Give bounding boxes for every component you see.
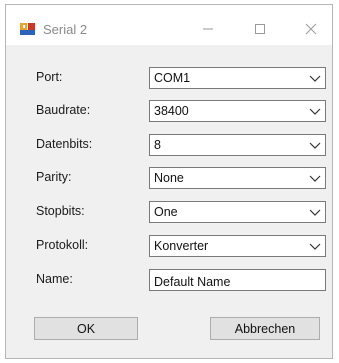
name-input[interactable] bbox=[149, 269, 326, 291]
window-title: Serial 2 bbox=[43, 22, 88, 37]
dialog-content: Port: COM1 Baudrate: 38400 Datenbits: 8 … bbox=[6, 45, 332, 358]
chevron-down-icon bbox=[309, 175, 321, 182]
parity-value: None bbox=[154, 171, 184, 185]
port-label: Port: bbox=[36, 70, 63, 84]
serial-app-icon bbox=[20, 22, 36, 36]
protokoll-value: Konverter bbox=[154, 239, 209, 253]
stopbits-label: Stopbits: bbox=[36, 204, 85, 218]
protokoll-combobox[interactable]: Konverter bbox=[149, 235, 326, 257]
chevron-down-icon bbox=[309, 108, 321, 115]
title-bar[interactable]: Serial 2 bbox=[6, 5, 332, 45]
baudrate-combobox[interactable]: 38400 bbox=[149, 100, 326, 122]
datenbits-combobox[interactable]: 8 bbox=[149, 134, 326, 156]
chevron-down-icon bbox=[309, 142, 321, 149]
baudrate-label: Baudrate: bbox=[36, 103, 91, 117]
port-combobox[interactable]: COM1 bbox=[149, 67, 326, 89]
datenbits-value: 8 bbox=[154, 138, 161, 152]
protokoll-label: Protokoll: bbox=[36, 238, 89, 252]
close-button[interactable] bbox=[296, 17, 326, 41]
close-icon bbox=[305, 23, 317, 35]
chevron-down-icon bbox=[309, 209, 321, 216]
minimize-icon bbox=[203, 28, 213, 30]
minimize-button[interactable] bbox=[193, 17, 223, 41]
parity-label: Parity: bbox=[36, 170, 72, 184]
stopbits-value: One bbox=[154, 205, 178, 219]
port-value: COM1 bbox=[154, 71, 191, 85]
chevron-down-icon bbox=[309, 243, 321, 250]
dialog-window: Serial 2 Port: COM1 Baudrate: 38400 Date… bbox=[5, 4, 333, 359]
maximize-icon bbox=[255, 24, 265, 34]
maximize-button[interactable] bbox=[245, 17, 275, 41]
name-label: Name: bbox=[36, 272, 73, 286]
cancel-button[interactable]: Abbrechen bbox=[210, 317, 320, 340]
parity-combobox[interactable]: None bbox=[149, 167, 326, 189]
baudrate-value: 38400 bbox=[154, 104, 189, 118]
chevron-down-icon bbox=[309, 75, 321, 82]
stopbits-combobox[interactable]: One bbox=[149, 201, 326, 223]
datenbits-label: Datenbits: bbox=[36, 137, 93, 151]
ok-button[interactable]: OK bbox=[34, 317, 138, 340]
